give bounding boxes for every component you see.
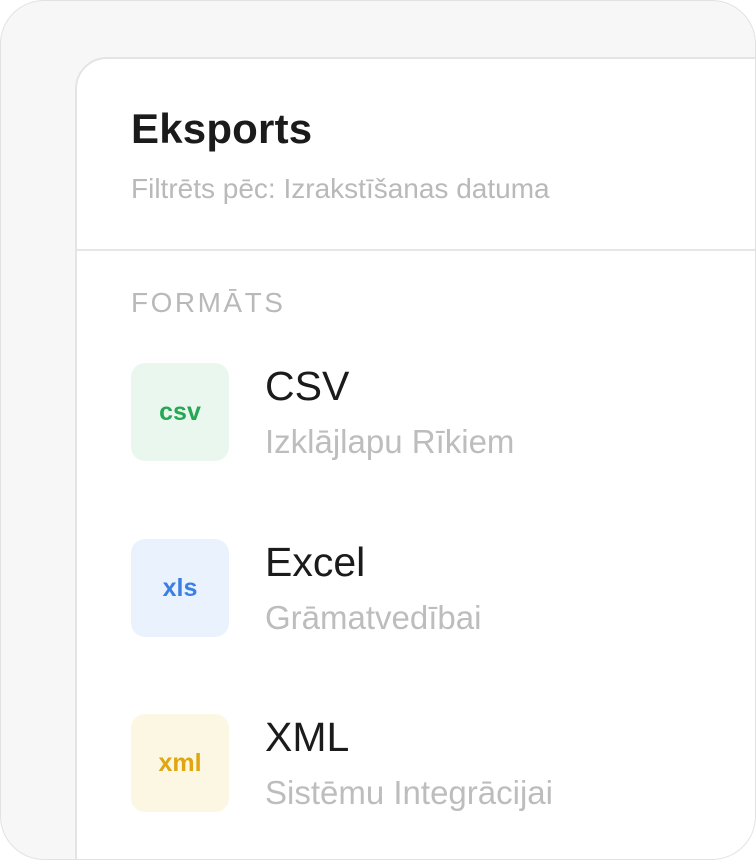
filter-subtitle: Filtrēts pēc: Izrakstīšanas datuma <box>131 173 550 204</box>
csv-file-icon: csv <box>131 363 229 461</box>
format-title: XML <box>265 714 350 760</box>
export-sheet: Eksports Filtrēts pēc: Izrakstīšanas dat… <box>75 57 755 859</box>
page-title: Eksports <box>131 105 313 152</box>
format-description: Izklājlapu Rīkiem <box>265 423 515 460</box>
format-option-excel[interactable]: xls Excel Grāmatvedībai <box>131 539 751 639</box>
sheet-header: Eksports Filtrēts pēc: Izrakstīšanas dat… <box>77 59 755 251</box>
format-description: Sistēmu Integrācijai <box>265 774 553 811</box>
format-title: Excel <box>265 539 366 585</box>
xml-file-icon: xml <box>131 714 229 812</box>
section-label-format: FORMĀTS <box>131 287 286 318</box>
format-description: Grāmatvedībai <box>265 599 482 636</box>
format-title: CSV <box>265 363 350 409</box>
device-frame: Eksports Filtrēts pēc: Izrakstīšanas dat… <box>0 0 756 860</box>
xls-file-icon: xls <box>131 539 229 637</box>
format-option-csv[interactable]: csv CSV Izklājlapu Rīkiem <box>131 363 751 463</box>
format-option-xml[interactable]: xml XML Sistēmu Integrācijai <box>131 714 751 814</box>
